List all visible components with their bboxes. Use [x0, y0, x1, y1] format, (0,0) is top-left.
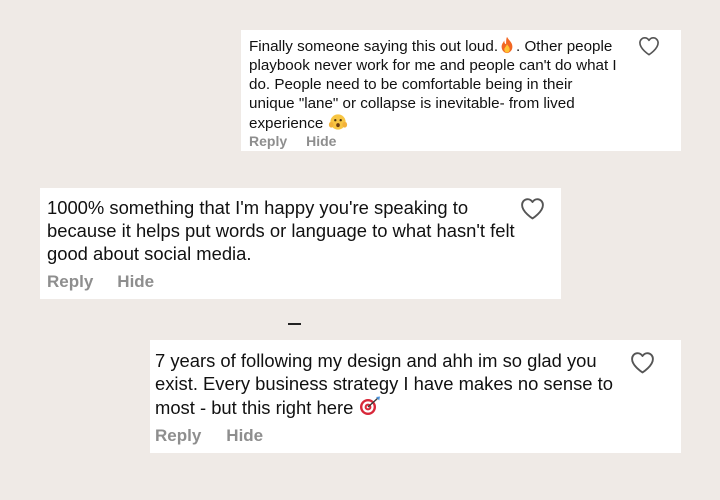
- reply-button[interactable]: Reply: [155, 426, 201, 446]
- comment-card: 7 years of following my design and ahh i…: [150, 340, 681, 453]
- divider: [288, 323, 301, 325]
- shocked-face-emoji: [328, 114, 347, 130]
- hide-button[interactable]: Hide: [117, 272, 154, 292]
- comment-card: Finally someone saying this out loud. . …: [241, 30, 681, 151]
- reply-button[interactable]: Reply: [47, 272, 93, 292]
- bullseye-emoji: [360, 396, 381, 415]
- comment-text: Finally someone saying this out loud. . …: [249, 36, 619, 133]
- heart-outline-icon[interactable]: [520, 197, 545, 220]
- fire-emoji: [501, 36, 513, 54]
- comment-text: 7 years of following my design and ahh i…: [155, 349, 625, 419]
- comment-card: 1000% something that I'm happy you're sp…: [40, 188, 561, 299]
- comment-actions: Reply Hide: [47, 272, 154, 292]
- comment-actions: Reply Hide: [249, 133, 336, 149]
- hide-button[interactable]: Hide: [306, 133, 336, 149]
- comment-actions: Reply Hide: [155, 426, 263, 446]
- hide-button[interactable]: Hide: [226, 426, 263, 446]
- heart-outline-icon[interactable]: [638, 36, 660, 56]
- heart-outline-icon[interactable]: [630, 351, 655, 374]
- comment-text-part: 7 years of following my design and ahh i…: [155, 350, 613, 418]
- comment-text-part: Finally someone saying this out loud.: [249, 38, 499, 55]
- comment-text: 1000% something that I'm happy you're sp…: [47, 197, 515, 264]
- reply-button[interactable]: Reply: [249, 133, 287, 149]
